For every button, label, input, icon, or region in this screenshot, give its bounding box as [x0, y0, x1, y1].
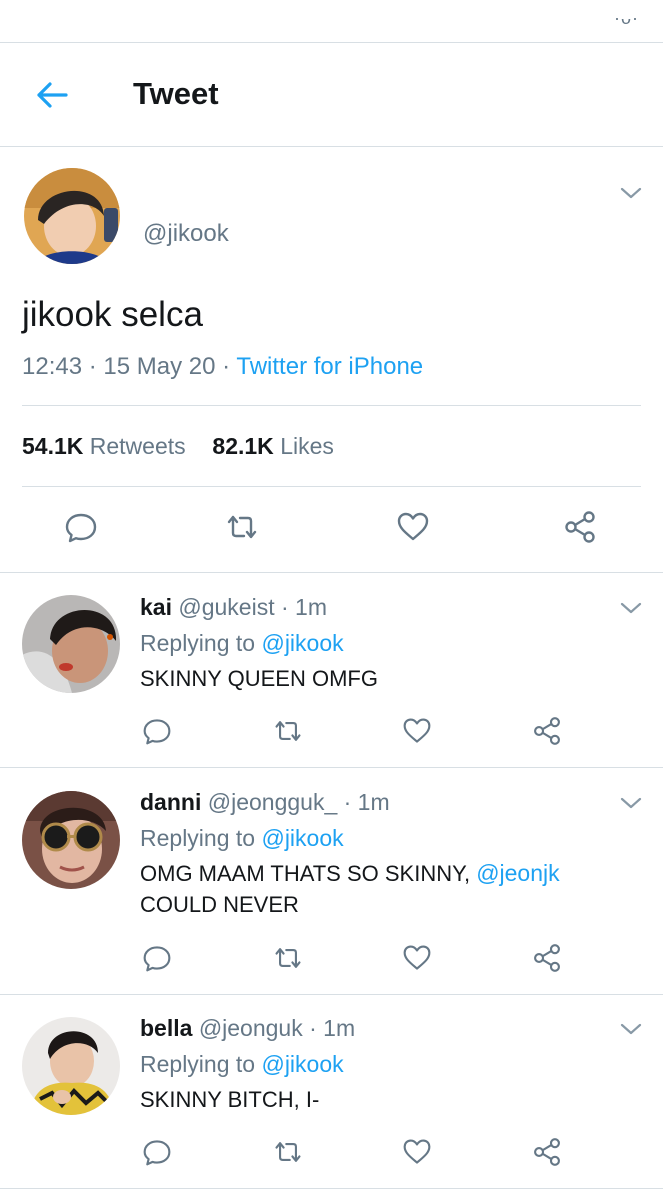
- reply-time: · 1m: [309, 1015, 356, 1041]
- tweet-handle[interactable]: @jikook: [143, 220, 229, 248]
- retweet-icon: [275, 1142, 301, 1162]
- retweet-button[interactable]: [225, 510, 259, 549]
- reply-icon: [143, 946, 171, 972]
- replying-to: Replying to @jikook: [140, 825, 344, 852]
- meta-separator: ·: [222, 353, 231, 380]
- reply-header: bella @jeonguk · 1m: [140, 1015, 355, 1042]
- reply-menu-button[interactable]: [620, 601, 642, 620]
- meta-separator: ·: [88, 353, 97, 380]
- tweet-meta: 12:43 · 15 May 20 · Twitter for iPhone: [22, 353, 423, 381]
- chevron-down-icon: [620, 1023, 642, 1035]
- chevron-down-icon: [620, 187, 642, 199]
- retweet-button[interactable]: [273, 1137, 303, 1172]
- stats-divider: [22, 486, 641, 487]
- share-button[interactable]: [532, 716, 562, 751]
- replying-to: Replying to @jikook: [140, 630, 344, 657]
- reply-text: SKINNY BITCH, I-: [140, 1087, 320, 1112]
- like-icon: [403, 1139, 431, 1164]
- reply-time: · 1m: [281, 594, 327, 620]
- mention-link[interactable]: @jeonjk: [476, 860, 559, 886]
- like-button[interactable]: [396, 510, 430, 549]
- chevron-down-icon: [620, 602, 642, 614]
- share-icon: [534, 944, 560, 972]
- retweets-label: Retweets: [89, 433, 186, 459]
- tweet-menu-button[interactable]: [620, 186, 642, 205]
- replying-to-label: Replying to: [140, 825, 256, 851]
- tweet-divider: [0, 572, 663, 573]
- like-icon: [403, 945, 431, 970]
- reply-text-part: OMG MAAM THATS SO SKINNY,: [140, 861, 471, 886]
- replying-to-label: Replying to: [140, 1051, 256, 1077]
- reply-button[interactable]: [142, 716, 172, 751]
- retweets-stat[interactable]: 54.1K Retweets: [22, 433, 186, 459]
- retweet-icon: [227, 515, 257, 539]
- like-button[interactable]: [402, 716, 432, 751]
- like-button[interactable]: [402, 943, 432, 978]
- retweet-icon: [275, 948, 301, 968]
- header-divider: [0, 146, 663, 147]
- reply-button[interactable]: [142, 1137, 172, 1172]
- reply-button[interactable]: [64, 510, 98, 549]
- avatar[interactable]: [22, 595, 120, 693]
- like-button[interactable]: [402, 1137, 432, 1172]
- like-icon: [397, 512, 429, 541]
- reply-author-name[interactable]: bella: [140, 1015, 192, 1041]
- avatar[interactable]: [24, 168, 120, 264]
- share-button[interactable]: [532, 1137, 562, 1172]
- reply-author-handle[interactable]: @jeongguk_: [208, 789, 338, 815]
- reply-divider: [0, 994, 663, 995]
- avatar[interactable]: [22, 791, 120, 889]
- tweet-time: 12:43: [22, 353, 83, 380]
- likes-count: 82.1K: [212, 433, 274, 459]
- tweet-stats: 54.1K Retweets 82.1K Likes: [22, 433, 334, 460]
- avatar[interactable]: [22, 1017, 120, 1115]
- reply-text-part: COULD NEVER: [140, 892, 299, 917]
- tweet-source-link[interactable]: Twitter for iPhone: [236, 353, 423, 380]
- reply-divider: [0, 1188, 663, 1189]
- reply-author-name[interactable]: danni: [140, 789, 201, 815]
- tweet-text: jikook selca: [22, 295, 203, 334]
- share-button[interactable]: [563, 510, 597, 549]
- share-icon: [565, 511, 595, 543]
- reply-time: · 1m: [343, 789, 390, 815]
- meta-divider: [22, 405, 641, 406]
- chevron-down-icon: [620, 797, 642, 809]
- reply-author-handle[interactable]: @gukeist: [178, 594, 274, 620]
- status-deco: ·ᴗ·: [614, 8, 639, 28]
- share-button[interactable]: [532, 943, 562, 978]
- likes-stat[interactable]: 82.1K Likes: [212, 433, 333, 459]
- reply-text: SKINNY QUEEN OMFG: [140, 666, 378, 691]
- status-divider: [0, 42, 663, 43]
- reply-menu-button[interactable]: [620, 1022, 642, 1041]
- retweets-count: 54.1K: [22, 433, 84, 459]
- tweet-date: 15 May 20: [103, 353, 216, 380]
- share-icon: [534, 717, 560, 745]
- reply-icon: [143, 1140, 171, 1166]
- reply-button[interactable]: [142, 943, 172, 978]
- reply-text: OMG MAAM THATS SO SKINNY, @jeonjk: [140, 860, 560, 887]
- back-arrow-icon: [37, 82, 68, 108]
- reply-header: kai @gukeist · 1m: [140, 594, 327, 621]
- replying-to-label: Replying to: [140, 630, 256, 656]
- page-title: Tweet: [133, 76, 219, 111]
- reply-icon: [143, 719, 171, 745]
- replying-to-link[interactable]: @jikook: [261, 630, 343, 656]
- reply-header: danni @jeongguk_ · 1m: [140, 789, 390, 816]
- back-button[interactable]: [34, 80, 68, 110]
- share-icon: [534, 1138, 560, 1166]
- reply-author-name[interactable]: kai: [140, 594, 172, 620]
- replying-to-link[interactable]: @jikook: [261, 1051, 343, 1077]
- replying-to-link[interactable]: @jikook: [261, 825, 343, 851]
- reply-author-handle[interactable]: @jeonguk: [199, 1015, 303, 1041]
- retweet-button[interactable]: [273, 716, 303, 751]
- reply-menu-button[interactable]: [620, 796, 642, 815]
- reply-divider: [0, 767, 663, 768]
- replying-to: Replying to @jikook: [140, 1051, 344, 1078]
- like-icon: [403, 718, 431, 743]
- likes-label: Likes: [280, 433, 334, 459]
- reply-icon: [65, 513, 97, 543]
- retweet-button[interactable]: [273, 943, 303, 978]
- retweet-icon: [275, 721, 301, 741]
